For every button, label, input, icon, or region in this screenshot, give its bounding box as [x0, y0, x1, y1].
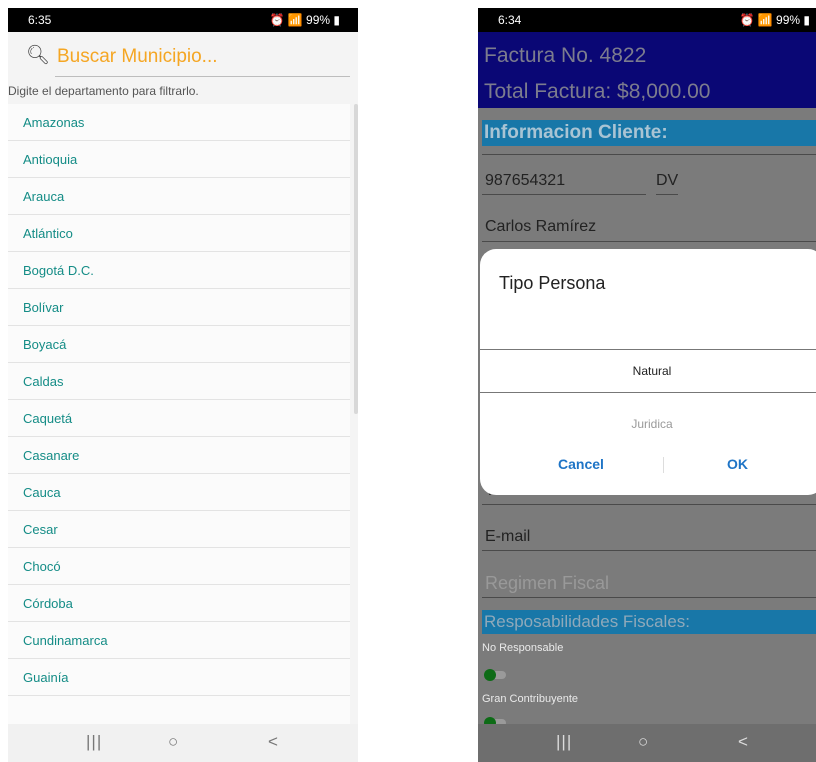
department-list-item[interactable]: Arauca — [8, 178, 350, 215]
client-section-title: Informacion Cliente: — [482, 120, 816, 146]
navigation-bar: ||| ○ < — [8, 724, 358, 762]
option-juridica[interactable]: Juridica — [480, 403, 816, 445]
department-list-item[interactable]: Atlántico — [8, 215, 350, 252]
status-bar: 6:35 ⏰ 📶 99% ▮ — [8, 8, 358, 32]
back-button[interactable]: < — [738, 732, 748, 752]
status-icons: ⏰ 📶 99% ▮ — [739, 13, 810, 27]
dv-underline — [656, 194, 678, 195]
regimen-fiscal-field[interactable]: Regimen Fiscal — [485, 573, 609, 594]
status-time: 6:35 — [28, 13, 52, 27]
gran-contribuyente-label: Gran Contribuyente — [482, 693, 578, 705]
navigation-bar: ||| ○ < — [478, 724, 816, 762]
client-name-field[interactable]: Carlos Ramírez — [485, 218, 596, 236]
no-responsable-switch[interactable] — [484, 669, 508, 681]
department-list-item[interactable]: Boyacá — [8, 326, 350, 363]
search-icon[interactable]: 🔍︎ — [26, 43, 50, 67]
department-list-item[interactable]: Guainía — [8, 659, 350, 696]
recents-button[interactable]: ||| — [86, 732, 102, 752]
client-id-underline — [482, 194, 646, 195]
filter-hint: Digite el departamento para filtrarlo. — [8, 84, 199, 98]
ok-button[interactable]: OK — [727, 456, 748, 472]
search-underline — [55, 76, 350, 77]
status-time: 6:34 — [498, 13, 522, 27]
invoice-header: Factura No. 4822 Total Factura: $8,000.0… — [478, 32, 816, 108]
department-list-item[interactable]: Casanare — [8, 437, 350, 474]
recents-button[interactable]: ||| — [556, 732, 572, 752]
status-bar: 6:34 ⏰ 📶 99% ▮ — [478, 8, 816, 32]
search-input[interactable]: Buscar Municipio... — [57, 46, 218, 68]
tipo-persona-dialog: Tipo Persona Natural Juridica Cancel OK — [480, 249, 816, 495]
department-list-item[interactable]: Caquetá — [8, 400, 350, 437]
department-list-item[interactable]: Chocó — [8, 548, 350, 585]
home-button[interactable]: ○ — [168, 732, 178, 752]
department-list-item[interactable]: Cauca — [8, 474, 350, 511]
phone-underline — [482, 504, 816, 505]
email-field[interactable]: E-mail — [485, 528, 530, 546]
home-button[interactable]: ○ — [638, 732, 648, 752]
section-divider — [482, 154, 816, 155]
switch-knob — [484, 669, 496, 681]
department-list-item[interactable]: Cesar — [8, 511, 350, 548]
department-list-item[interactable]: Córdoba — [8, 585, 350, 622]
dialog-title: Tipo Persona — [499, 273, 606, 293]
client-id-field[interactable]: 987654321 — [485, 172, 565, 190]
email-underline — [482, 550, 816, 551]
cancel-button[interactable]: Cancel — [558, 456, 604, 472]
fiscal-section-title: Resposabilidades Fiscales: — [482, 610, 816, 634]
button-divider — [663, 457, 664, 473]
search-bar: 🔍︎ Buscar Municipio... — [8, 32, 358, 84]
dv-field[interactable]: DV — [656, 172, 678, 190]
invoice-total: Total Factura: $8,000.00 — [484, 80, 711, 103]
client-name-underline — [482, 241, 816, 242]
status-icons: ⏰ 📶 99% ▮ — [269, 13, 340, 27]
department-picker-screen: 6:35 ⏰ 📶 99% ▮ 🔍︎ Buscar Municipio... Di… — [8, 8, 358, 762]
back-button[interactable]: < — [268, 732, 278, 752]
department-list-item[interactable]: Cundinamarca — [8, 622, 350, 659]
no-responsable-label: No Responsable — [482, 642, 564, 654]
option-natural[interactable]: Natural — [480, 349, 816, 393]
department-list-item[interactable]: Bolívar — [8, 289, 350, 326]
scrollbar[interactable] — [354, 104, 358, 414]
department-list-item[interactable]: Bogotá D.C. — [8, 252, 350, 289]
invoice-screen: 6:34 ⏰ 📶 99% ▮ Factura No. 4822 Total Fa… — [478, 8, 816, 762]
department-list-item[interactable]: Caldas — [8, 363, 350, 400]
department-list-item[interactable]: Antioquia — [8, 141, 350, 178]
department-list-item[interactable]: Amazonas — [8, 104, 350, 141]
department-list: Amazonas Antioquia Arauca Atlántico Bogotá D… — [8, 104, 350, 724]
regimen-underline — [482, 597, 816, 598]
invoice-number: Factura No. 4822 — [484, 44, 647, 67]
